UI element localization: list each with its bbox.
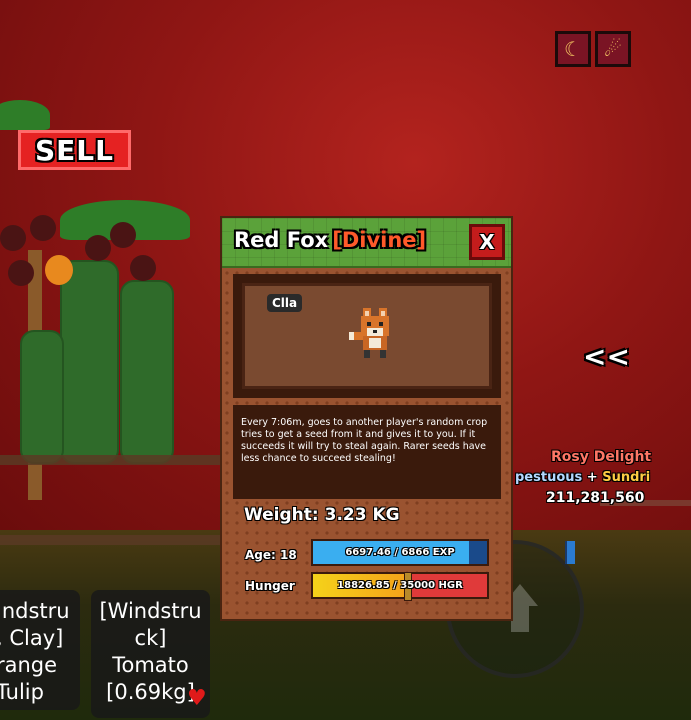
pet-weight: Weight: 3.23 KG [244,505,400,525]
coconut [30,215,56,241]
cactus [60,260,119,464]
meteor-button[interactable]: ☄ [595,31,631,67]
heart-icon: ♥ [187,686,207,711]
close-button[interactable]: X [469,224,505,260]
pet-title: Red Fox [Divine] [234,228,426,252]
fence [0,455,230,545]
palm-leaves [0,100,50,130]
item-name-line: [Windstru [99,599,202,623]
panel-header: Red Fox [Divine] X [222,218,511,268]
pet-tag: Clla [267,294,303,312]
age-label: Age: 18 [245,548,297,562]
coconut [110,222,136,248]
billboard-value: 211,281,560 [546,490,645,506]
item-name-line: Tomato [112,653,189,677]
item-name-line: Tulip [0,680,44,704]
pet-viewport: Clla [233,274,501,398]
mutation-b: Sundri [602,470,651,485]
pet-viewport-inner: Clla [242,283,492,389]
pet-description: Every 7:06m, goes to another player's ra… [233,405,501,499]
coconut [85,235,111,261]
pet-name: Red Fox [234,228,329,252]
coconut [0,225,26,251]
pet-rarity: [Divine] [332,228,427,252]
inventory-slot[interactable]: indstru , Clay] range Tulip [0,590,80,710]
exp-cap [565,541,575,564]
exp-bar: 6697.46 / 6866 EXP [311,539,575,566]
mutation-separator: + [582,470,603,485]
moon-button[interactable]: ☾ [555,31,591,67]
sell-button[interactable]: SELL [18,130,131,170]
item-name-line: indstru [0,599,70,623]
hunger-text: 18826.85 / 35000 HGR [337,580,463,591]
chevron-left-icon[interactable]: << [583,340,630,373]
item-name-line: ck] [134,626,167,650]
exp-text: 6697.46 / 6866 EXP [345,547,455,558]
pet-info-panel: Red Fox [Divine] X Clla Every 7:06m, goe… [220,216,575,621]
cactus [120,280,174,464]
jump-arrow-stem [511,606,529,632]
orange-fruit [45,255,73,285]
game-scene: ☾ ☄ SELL << Rosy Delight pestuous + Sund… [0,0,691,720]
crescent-moon-icon: ☾ [564,37,582,61]
cactus [20,330,64,464]
hunger-bar: 18826.85 / 35000 HGR [311,572,489,601]
coconut [130,255,156,281]
hunger-label: Hunger [245,579,295,593]
item-name-line: range [0,653,58,677]
red-fox-icon [349,308,389,358]
mutation-a: pestuous [515,470,583,485]
item-name-line: , Clay] [0,626,64,650]
coconut [8,260,34,286]
billboard-title: Rosy Delight [551,449,652,465]
billboard-mutations: pestuous + Sundri [515,470,650,485]
meteor-icon: ☄ [604,37,622,61]
